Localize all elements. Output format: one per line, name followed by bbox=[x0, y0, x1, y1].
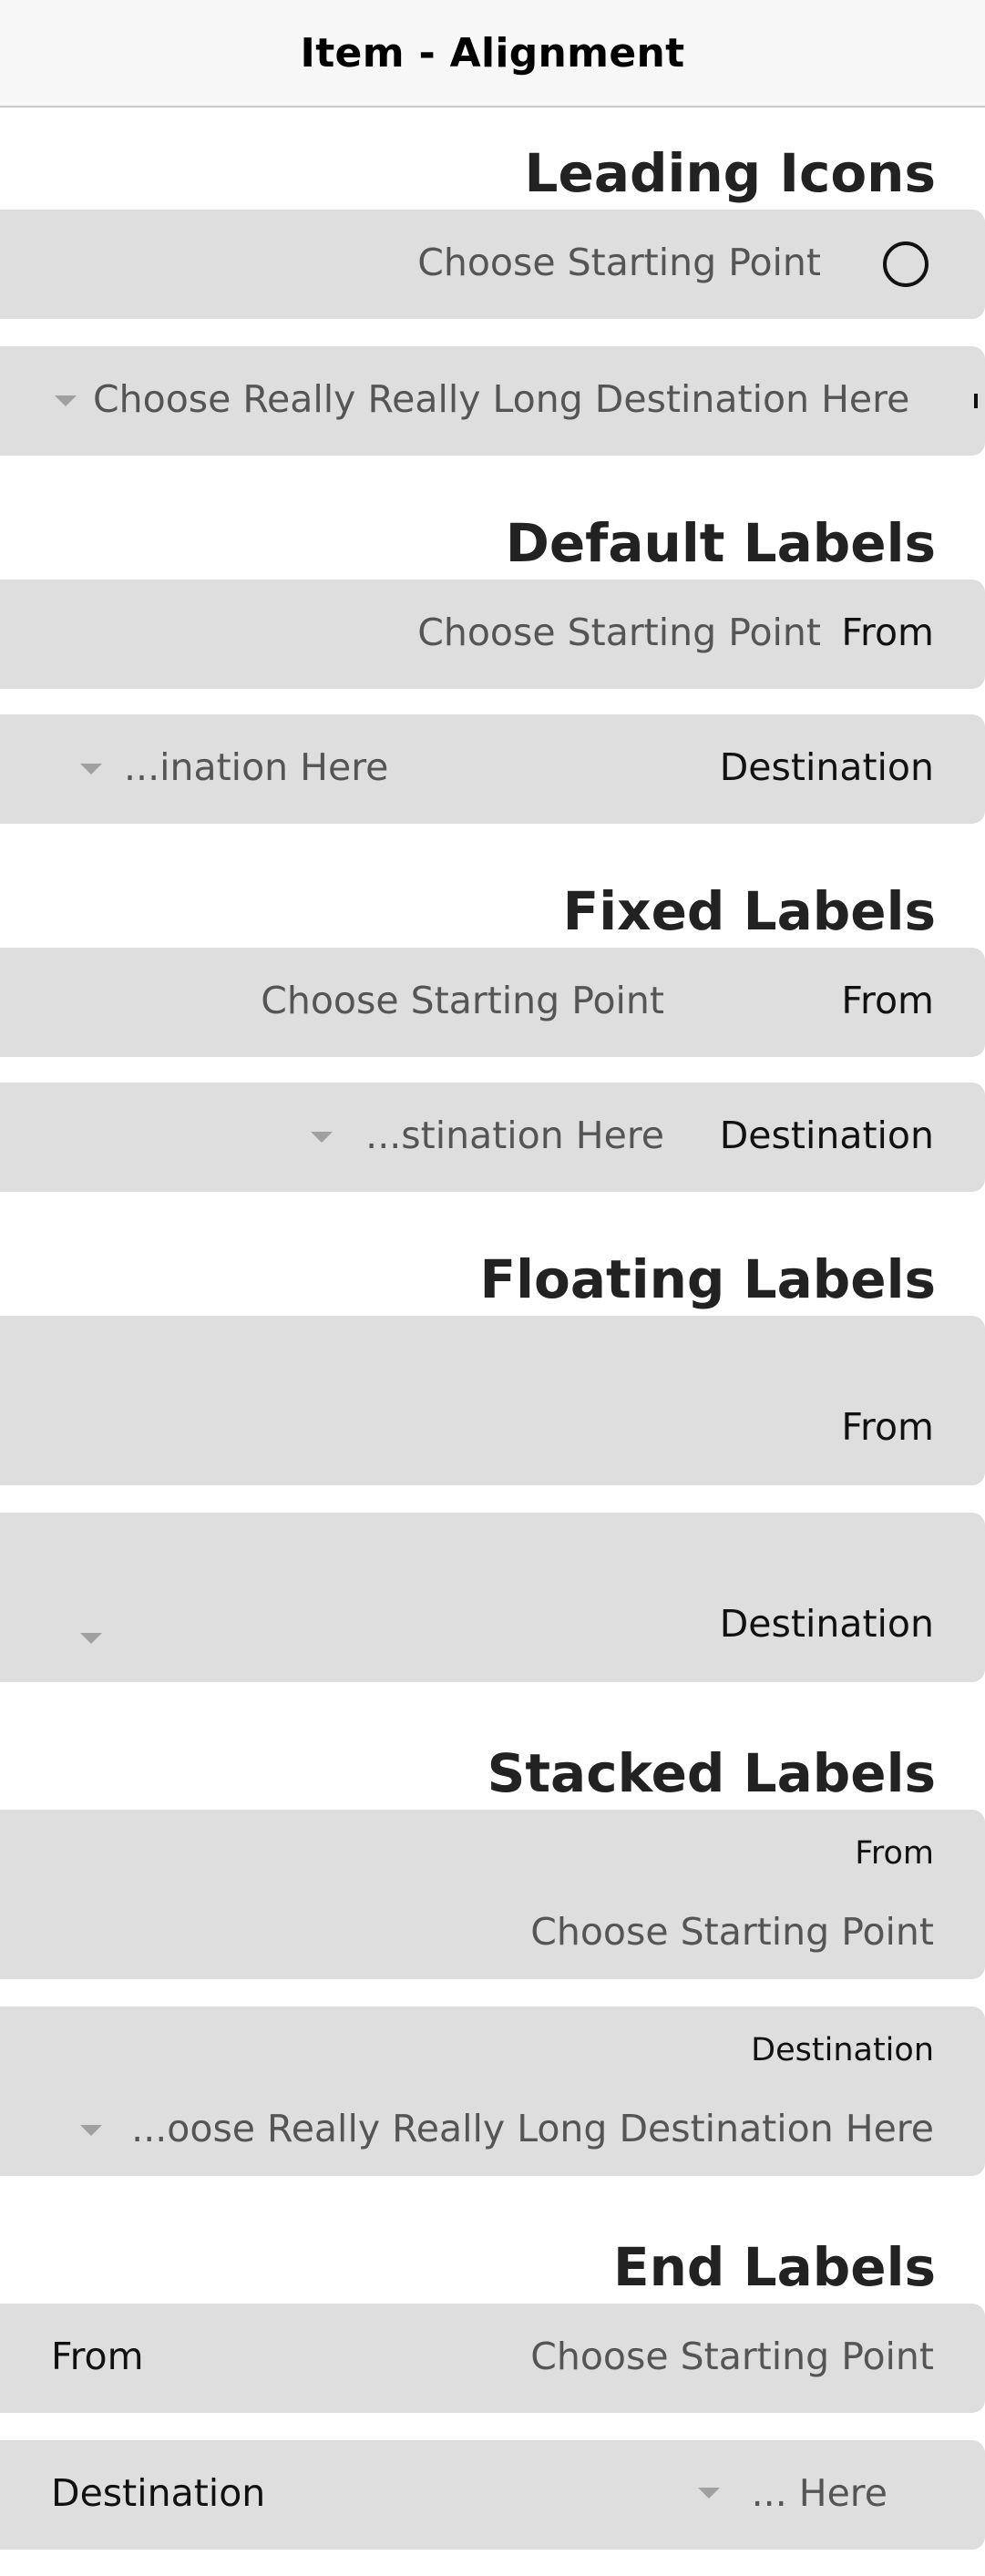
section-title-floating-labels: Floating Labels bbox=[479, 1248, 936, 1310]
destination-floating-label: Destination bbox=[719, 1602, 934, 1646]
from-floating-label: From bbox=[841, 1405, 934, 1449]
destination-item-end-labels[interactable]: Destination ... Here bbox=[0, 2440, 985, 2550]
from-stacked-label: From bbox=[855, 1835, 934, 1872]
chevron-down-icon bbox=[80, 1633, 102, 1644]
section-title-default-labels: Default Labels bbox=[505, 512, 936, 574]
destination-label: Destination bbox=[719, 745, 934, 789]
from-label: From bbox=[841, 979, 934, 1022]
chevron-down-icon bbox=[80, 764, 102, 775]
destination-item-floating-labels[interactable]: Destination bbox=[0, 1513, 985, 1682]
chevron-down-icon bbox=[80, 2125, 102, 2136]
page-title: Item - Alignment bbox=[300, 29, 685, 77]
navigation-tick-icon bbox=[974, 394, 978, 408]
from-select-placeholder[interactable]: Choose Starting Point bbox=[530, 1910, 934, 1954]
from-select-placeholder[interactable]: Choose Starting Point bbox=[417, 611, 821, 654]
from-item-stacked-labels[interactable]: From Choose Starting Point bbox=[0, 1810, 985, 1979]
chevron-down-icon bbox=[55, 395, 77, 406]
from-item-default-labels[interactable]: Choose Starting Point From bbox=[0, 580, 985, 689]
from-select-placeholder[interactable]: Choose Starting Point bbox=[417, 241, 821, 284]
chevron-down-icon bbox=[311, 1132, 333, 1143]
section-title-leading-icons: Leading Icons bbox=[524, 142, 936, 204]
destination-label: Destination bbox=[719, 1114, 934, 1157]
destination-select-value[interactable]: ... Here bbox=[752, 2471, 888, 2515]
chevron-down-icon bbox=[698, 2488, 720, 2499]
from-item-leading-icons[interactable]: Choose Starting Point bbox=[0, 210, 985, 319]
destination-select-value[interactable]: ...oose Really Really Long Destination H… bbox=[131, 2107, 934, 2150]
from-select-placeholder[interactable]: Choose Starting Point bbox=[530, 2335, 934, 2378]
destination-item-default-labels[interactable]: ...ination Here Destination bbox=[0, 714, 985, 824]
from-item-fixed-labels[interactable]: Choose Starting Point From bbox=[0, 948, 985, 1057]
destination-item-fixed-labels[interactable]: ...stination Here Destination bbox=[0, 1083, 985, 1192]
destination-item-leading-icons[interactable]: Choose Really Really Long Destination He… bbox=[0, 346, 985, 456]
from-select-placeholder[interactable]: Choose Starting Point bbox=[261, 979, 664, 1022]
destination-select-value[interactable]: ...ination Here bbox=[124, 745, 388, 789]
destination-item-stacked-labels[interactable]: Destination ...oose Really Really Long D… bbox=[0, 2006, 985, 2176]
toolbar: Item - Alignment bbox=[0, 0, 985, 108]
from-item-end-labels[interactable]: From Choose Starting Point bbox=[0, 2304, 985, 2413]
radio-circle-icon bbox=[883, 241, 929, 287]
section-title-stacked-labels: Stacked Labels bbox=[487, 1742, 936, 1804]
from-label: From bbox=[841, 611, 934, 654]
section-title-end-labels: End Labels bbox=[613, 2236, 936, 2298]
section-title-fixed-labels: Fixed Labels bbox=[562, 880, 936, 942]
from-item-floating-labels[interactable]: From bbox=[0, 1316, 985, 1485]
destination-stacked-label: Destination bbox=[751, 2032, 934, 2068]
destination-select-placeholder[interactable]: Choose Really Really Long Destination He… bbox=[93, 377, 909, 421]
destination-end-label: Destination bbox=[51, 2471, 266, 2515]
from-end-label: From bbox=[51, 2335, 144, 2378]
destination-select-value[interactable]: ...stination Here bbox=[365, 1114, 664, 1157]
